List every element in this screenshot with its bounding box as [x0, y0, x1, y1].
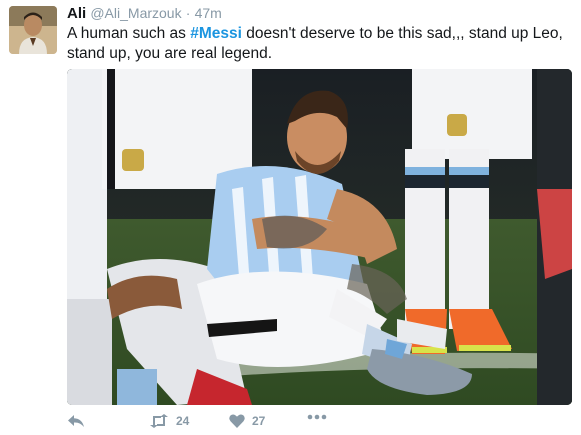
avatar[interactable]: [9, 6, 57, 54]
like-count: 27: [252, 414, 266, 428]
retweet-count: 24: [176, 414, 190, 428]
author-handle[interactable]: @Ali_Marzouk: [90, 5, 181, 21]
tweet-photo[interactable]: [67, 69, 572, 405]
tweet-actions: 24 27: [67, 414, 467, 434]
more-icon: [307, 414, 327, 420]
reply-button[interactable]: [67, 414, 85, 428]
like-button[interactable]: 27: [229, 414, 265, 428]
reply-icon: [68, 415, 84, 427]
author-name[interactable]: Ali: [67, 5, 86, 22]
hashtag-link[interactable]: #Messi: [190, 25, 242, 42]
more-button[interactable]: [307, 414, 327, 420]
header-separator: ·: [185, 5, 191, 21]
tweet-text: A human such as #Messi doesn't deserve t…: [67, 24, 572, 64]
tweet-header: Ali @Ali_Marzouk · 47m: [67, 5, 222, 22]
retweet-icon: [150, 414, 168, 428]
heart-icon: [229, 414, 245, 428]
retweet-button[interactable]: 24: [149, 414, 189, 428]
tweet-text-start: A human such as: [67, 25, 191, 42]
tweet-timestamp[interactable]: 47m: [195, 5, 222, 21]
tweet-card: Ali @Ali_Marzouk · 47m A human such as #…: [0, 0, 581, 435]
